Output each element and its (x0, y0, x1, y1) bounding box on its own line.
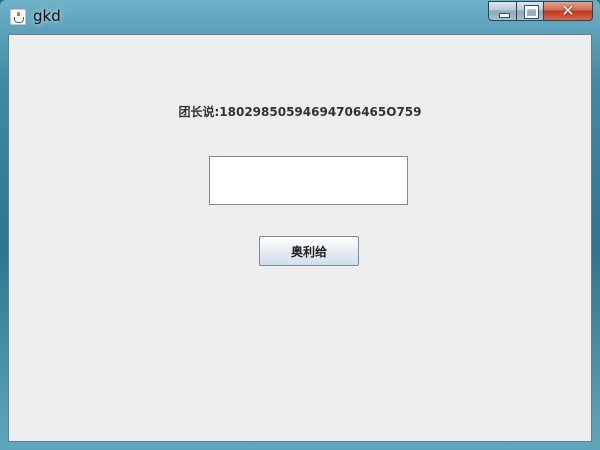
maximize-button[interactable] (517, 1, 544, 21)
app-window: gkd ✕ 团长说:18029850594694706465O759 奥利给 (0, 0, 600, 450)
message-label: 团长说:18029850594694706465O759 (178, 105, 422, 119)
minimize-button[interactable] (488, 1, 517, 21)
window-title: gkd (33, 7, 61, 25)
close-icon: ✕ (561, 1, 575, 20)
java-cup-icon[interactable] (10, 9, 26, 25)
text-input[interactable] (209, 156, 408, 205)
title-bar[interactable]: gkd ✕ (0, 0, 600, 34)
caption-buttons: ✕ (488, 1, 593, 21)
submit-button[interactable]: 奥利给 (259, 236, 359, 266)
close-button[interactable]: ✕ (544, 1, 593, 21)
content-panel: 团长说:18029850594694706465O759 奥利给 (8, 34, 592, 442)
